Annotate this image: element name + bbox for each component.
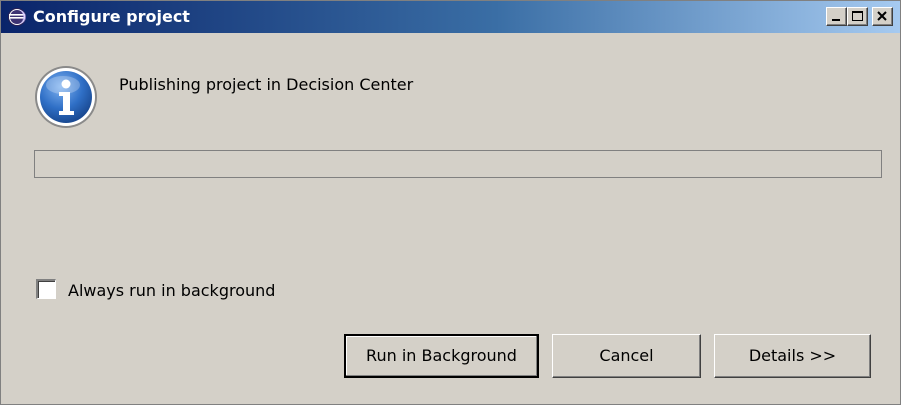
eclipse-icon xyxy=(7,7,27,27)
always-run-in-background-label[interactable]: Always run in background xyxy=(68,280,275,302)
cancel-button[interactable]: Cancel xyxy=(552,334,701,378)
details-button[interactable]: Details >> xyxy=(714,334,871,378)
minimize-icon xyxy=(832,19,840,21)
info-icon xyxy=(34,65,98,129)
maximize-button[interactable] xyxy=(847,7,868,26)
status-message: Publishing project in Decision Center xyxy=(119,75,414,94)
close-button[interactable] xyxy=(872,7,893,26)
minimize-button[interactable] xyxy=(826,7,847,26)
close-icon xyxy=(877,11,887,21)
progress-bar xyxy=(34,150,882,178)
run-in-background-button[interactable]: Run in Background xyxy=(344,334,539,378)
window-title: Configure project xyxy=(33,7,190,26)
always-run-in-background-checkbox[interactable] xyxy=(36,279,56,299)
configure-project-dialog: Configure project Publishing project in … xyxy=(0,0,901,405)
title-bar[interactable]: Configure project xyxy=(1,1,900,33)
maximize-icon xyxy=(852,11,863,21)
